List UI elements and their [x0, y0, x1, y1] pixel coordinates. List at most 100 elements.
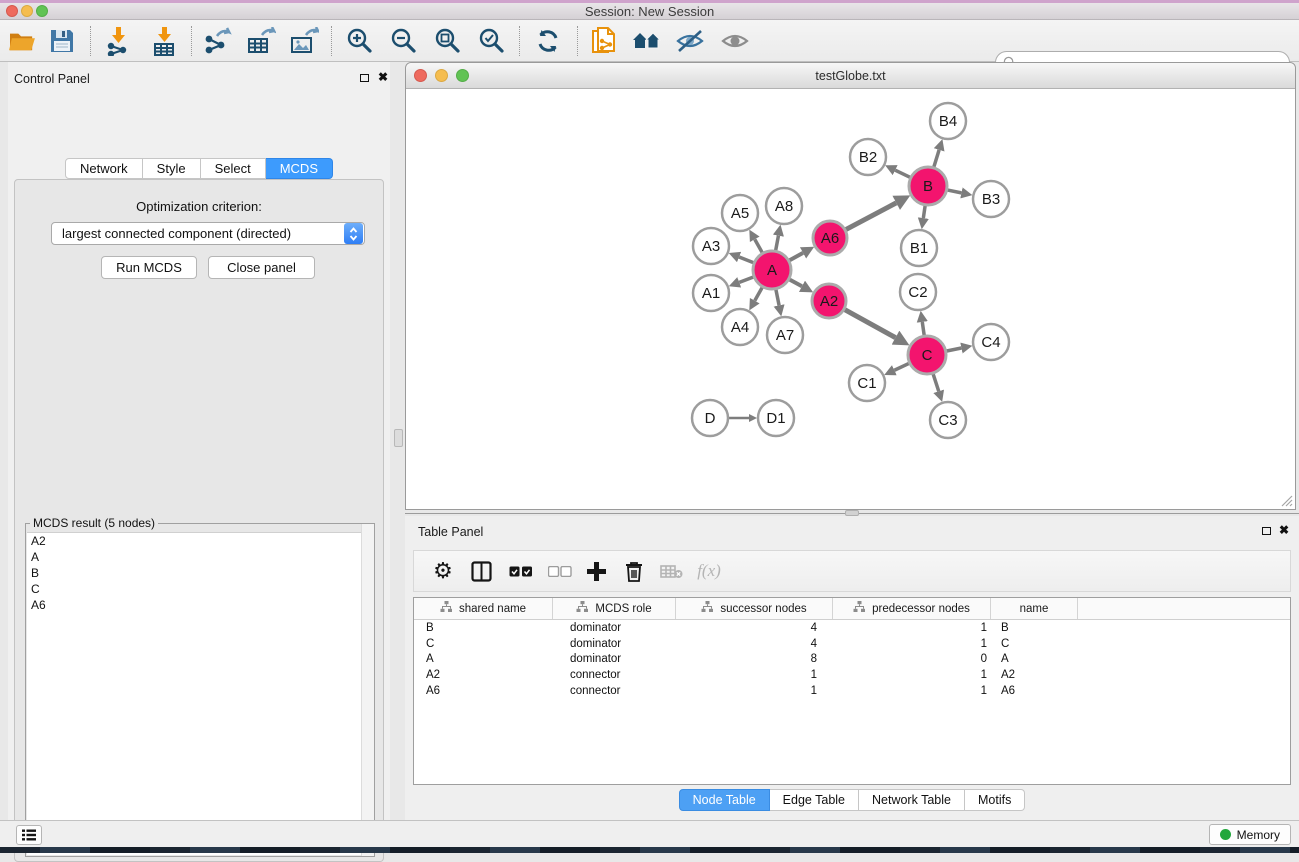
- cell-MCDS-role[interactable]: connector: [553, 685, 676, 697]
- zoom-fit-icon[interactable]: [430, 24, 466, 58]
- mcds-result-item[interactable]: A2: [27, 533, 373, 549]
- node-A5[interactable]: A5: [722, 195, 758, 231]
- cell-predecessor-nodes[interactable]: 1: [833, 669, 991, 681]
- optimization-criterion-select[interactable]: largest connected component (directed): [51, 222, 365, 245]
- node-C3[interactable]: C3: [930, 402, 966, 438]
- cell-predecessor-nodes[interactable]: 1: [833, 685, 991, 697]
- node-C2[interactable]: C2: [900, 274, 936, 310]
- cell-MCDS-role[interactable]: dominator: [553, 638, 676, 650]
- eye-slash-icon[interactable]: [672, 24, 708, 58]
- unselect-all-checkboxes-icon[interactable]: [543, 551, 577, 591]
- cell-shared-name[interactable]: C: [414, 638, 553, 650]
- memory-button[interactable]: Memory: [1209, 824, 1291, 845]
- cell-MCDS-role[interactable]: dominator: [553, 653, 676, 665]
- import-network-icon[interactable]: [100, 24, 136, 58]
- resize-grip-icon[interactable]: [1280, 494, 1293, 507]
- houses-icon[interactable]: [629, 24, 665, 58]
- tab-motifs[interactable]: Motifs: [965, 789, 1025, 811]
- cell-successor-nodes[interactable]: 8: [676, 653, 833, 665]
- tab-network-table[interactable]: Network Table: [859, 789, 965, 811]
- tab-network[interactable]: Network: [65, 158, 143, 179]
- network-window-titlebar[interactable]: testGlobe.txt: [406, 63, 1295, 89]
- close-panel-icon[interactable]: ✖: [378, 70, 388, 84]
- float-panel-icon[interactable]: [360, 74, 369, 82]
- table-row[interactable]: Cdominator41C: [414, 636, 1290, 652]
- cell-shared-name[interactable]: B: [414, 622, 553, 634]
- run-mcds-button[interactable]: Run MCDS: [101, 256, 197, 279]
- node-A8[interactable]: A8: [766, 188, 802, 224]
- mcds-result-scrollbar[interactable]: [361, 524, 374, 856]
- zoom-out-icon[interactable]: [386, 24, 422, 58]
- node-A3[interactable]: A3: [693, 228, 729, 264]
- node-C1[interactable]: C1: [849, 365, 885, 401]
- table-float-icon[interactable]: [1262, 527, 1271, 535]
- cell-successor-nodes[interactable]: 1: [676, 669, 833, 681]
- copy-network-icon[interactable]: [586, 24, 622, 58]
- cell-MCDS-role[interactable]: connector: [553, 669, 676, 681]
- edge-A2-C[interactable]: [842, 308, 895, 337]
- network-canvas[interactable]: ABCA2A6A1A3A4A5A7A8B1B2B3B4C1C2C3C4DD1: [407, 89, 1294, 508]
- node-D1[interactable]: D1: [758, 400, 794, 436]
- node-B[interactable]: B: [909, 167, 947, 205]
- export-image-icon[interactable]: [286, 24, 322, 58]
- cell-successor-nodes[interactable]: 4: [676, 638, 833, 650]
- node-B1[interactable]: B1: [901, 230, 937, 266]
- cell-name[interactable]: C: [991, 638, 1078, 650]
- export-network-icon[interactable]: [200, 24, 236, 58]
- tab-mcds[interactable]: MCDS: [266, 158, 333, 179]
- network-graph[interactable]: ABCA2A6A1A3A4A5A7A8B1B2B3B4C1C2C3C4DD1: [407, 89, 1294, 508]
- tab-node-table[interactable]: Node Table: [679, 789, 770, 811]
- cell-shared-name[interactable]: A: [414, 653, 553, 665]
- node-A2[interactable]: A2: [812, 284, 846, 318]
- edge-A6-B[interactable]: [843, 203, 896, 231]
- cell-name[interactable]: A2: [991, 669, 1078, 681]
- zoom-selected-icon[interactable]: [474, 24, 510, 58]
- vertical-splitter-handle[interactable]: [394, 429, 403, 447]
- node-A6[interactable]: A6: [813, 221, 847, 255]
- node-C4[interactable]: C4: [973, 324, 1009, 360]
- cell-predecessor-nodes[interactable]: 0: [833, 653, 991, 665]
- node-B3[interactable]: B3: [973, 181, 1009, 217]
- apply-layout-icon[interactable]: [530, 24, 566, 58]
- open-session-icon[interactable]: [4, 24, 40, 58]
- task-history-button[interactable]: [16, 825, 42, 845]
- table-row[interactable]: Adominator80A: [414, 651, 1290, 667]
- cell-predecessor-nodes[interactable]: 1: [833, 622, 991, 634]
- cell-shared-name[interactable]: A2: [414, 669, 553, 681]
- node-B4[interactable]: B4: [930, 103, 966, 139]
- save-session-icon[interactable]: [44, 24, 80, 58]
- table-row[interactable]: Bdominator41B: [414, 620, 1290, 636]
- cell-name[interactable]: B: [991, 622, 1078, 634]
- node-B2[interactable]: B2: [850, 139, 886, 175]
- close-panel-button[interactable]: Close panel: [208, 256, 315, 279]
- mcds-result-item[interactable]: B: [27, 565, 373, 581]
- mcds-result-item[interactable]: A6: [27, 597, 373, 613]
- cell-MCDS-role[interactable]: dominator: [553, 622, 676, 634]
- table-row[interactable]: A2connector11A2: [414, 667, 1290, 683]
- delete-row-trash-icon[interactable]: [617, 551, 651, 591]
- column-header-MCDS-role[interactable]: MCDS role: [553, 598, 676, 619]
- import-table-icon[interactable]: [146, 24, 182, 58]
- mcds-result-item[interactable]: C: [27, 581, 373, 597]
- tab-select[interactable]: Select: [201, 158, 266, 179]
- add-row-icon[interactable]: [579, 551, 613, 591]
- eye-icon[interactable]: [717, 24, 753, 58]
- export-table-icon[interactable]: [243, 24, 279, 58]
- zoom-in-icon[interactable]: [342, 24, 378, 58]
- cell-predecessor-nodes[interactable]: 1: [833, 638, 991, 650]
- column-header-name[interactable]: name: [991, 598, 1078, 619]
- cell-shared-name[interactable]: A6: [414, 685, 553, 697]
- select-all-checkboxes-icon[interactable]: [504, 551, 538, 591]
- cell-successor-nodes[interactable]: 4: [676, 622, 833, 634]
- table-row[interactable]: A6connector11A6: [414, 683, 1290, 699]
- node-C[interactable]: C: [908, 336, 946, 374]
- column-browser-icon[interactable]: [464, 551, 498, 591]
- mcds-result-item[interactable]: A: [27, 549, 373, 565]
- node-A[interactable]: A: [753, 251, 791, 289]
- table-close-icon[interactable]: ✖: [1279, 523, 1289, 537]
- column-header-successor-nodes[interactable]: successor nodes: [676, 598, 833, 619]
- node-A4[interactable]: A4: [722, 309, 758, 345]
- node-D[interactable]: D: [692, 400, 728, 436]
- tab-style[interactable]: Style: [143, 158, 201, 179]
- cell-successor-nodes[interactable]: 1: [676, 685, 833, 697]
